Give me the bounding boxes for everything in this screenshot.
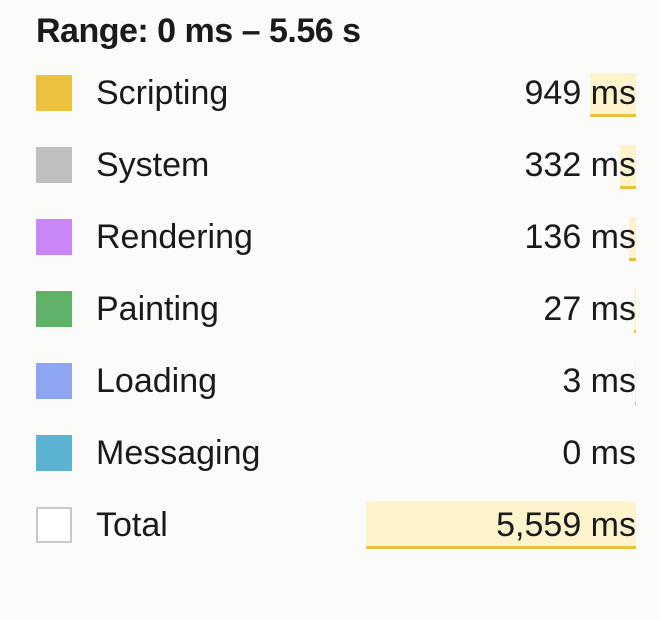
row-loading[interactable]: Loading 3 ms [36, 359, 636, 403]
swatch-rendering-icon [36, 219, 72, 255]
label-messaging: Messaging [96, 434, 260, 473]
row-system[interactable]: System 332 ms [36, 143, 636, 187]
label-system: System [96, 146, 209, 185]
value-messaging: 0 ms [562, 434, 636, 473]
value-rendering: 136 ms [525, 218, 637, 257]
label-painting: Painting [96, 290, 219, 329]
range-header: Range: 0 ms – 5.56 s [36, 12, 636, 51]
value-total: 5,559 ms [496, 506, 636, 545]
value-system: 332 ms [525, 146, 637, 185]
swatch-painting-icon [36, 291, 72, 327]
swatch-scripting-icon [36, 75, 72, 111]
swatch-loading-icon [36, 363, 72, 399]
swatch-system-icon [36, 147, 72, 183]
value-wrap-scripting: 949 ms [525, 74, 637, 113]
performance-summary-panel: Range: 0 ms – 5.56 s Scripting 949 ms Sy… [0, 0, 660, 559]
swatch-total-icon [36, 507, 72, 543]
value-wrap-rendering: 136 ms [525, 218, 637, 257]
row-painting[interactable]: Painting 27 ms [36, 287, 636, 331]
value-painting: 27 ms [543, 290, 636, 329]
value-loading: 3 ms [562, 362, 636, 401]
category-rows: Scripting 949 ms System 332 ms Rendering… [36, 71, 636, 547]
value-wrap-loading: 3 ms [562, 362, 636, 401]
row-rendering[interactable]: Rendering 136 ms [36, 215, 636, 259]
row-scripting[interactable]: Scripting 949 ms [36, 71, 636, 115]
value-wrap-total: 5,559 ms [496, 506, 636, 545]
row-messaging[interactable]: Messaging 0 ms [36, 431, 636, 475]
label-total: Total [96, 506, 168, 545]
value-scripting: 949 ms [525, 74, 637, 113]
row-total[interactable]: Total 5,559 ms [36, 503, 636, 547]
label-scripting: Scripting [96, 74, 228, 113]
swatch-messaging-icon [36, 435, 72, 471]
label-rendering: Rendering [96, 218, 253, 257]
value-wrap-painting: 27 ms [543, 290, 636, 329]
value-wrap-system: 332 ms [525, 146, 637, 185]
value-wrap-messaging: 0 ms [562, 434, 636, 473]
label-loading: Loading [96, 362, 217, 401]
